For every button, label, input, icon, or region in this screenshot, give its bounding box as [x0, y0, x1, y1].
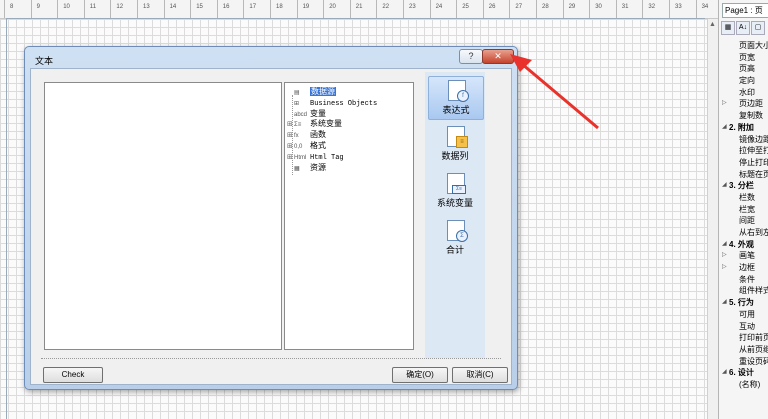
annotation-arrow	[510, 54, 599, 130]
arrow-shaft	[521, 62, 599, 130]
